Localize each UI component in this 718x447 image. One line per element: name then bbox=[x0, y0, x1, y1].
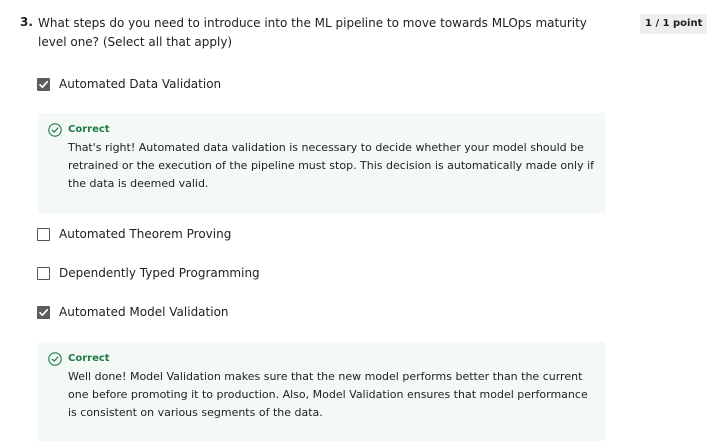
checkbox-checked[interactable] bbox=[37, 305, 50, 319]
checkbox-unchecked[interactable] bbox=[37, 266, 50, 280]
option-dependently-typed-programming[interactable]: Dependently Typed Programming bbox=[37, 265, 260, 281]
checkbox-checked[interactable] bbox=[37, 77, 50, 91]
quiz-question: 3. What steps do you need to introduce i… bbox=[0, 0, 718, 447]
points-badge: 1 / 1 point bbox=[640, 14, 708, 34]
feedback-box: Correct That's right! Automated data val… bbox=[38, 113, 605, 213]
option-automated-model-validation[interactable]: Automated Model Validation bbox=[37, 304, 229, 320]
question-number: 3. bbox=[20, 15, 33, 29]
option-label: Automated Data Validation bbox=[59, 77, 222, 91]
question-text: What steps do you need to introduce into… bbox=[38, 16, 587, 49]
feedback-text: Well done! Model Validation makes sure t… bbox=[68, 370, 588, 419]
option-label: Automated Theorem Proving bbox=[59, 227, 232, 241]
feedback-text: That's right! Automated data validation … bbox=[68, 141, 595, 190]
option-label: Dependently Typed Programming bbox=[59, 266, 260, 280]
check-circle-icon bbox=[48, 123, 62, 137]
check-circle-icon bbox=[48, 352, 62, 366]
option-automated-data-validation[interactable]: Automated Data Validation bbox=[37, 76, 221, 92]
option-label: Automated Model Validation bbox=[59, 305, 229, 319]
option-automated-theorem-proving[interactable]: Automated Theorem Proving bbox=[37, 226, 231, 242]
check-icon bbox=[39, 308, 49, 316]
checkbox-unchecked[interactable] bbox=[37, 227, 50, 241]
feedback-box: Correct Well done! Model Validation make… bbox=[38, 342, 605, 441]
feedback-status: Correct bbox=[68, 353, 110, 364]
check-icon bbox=[39, 80, 49, 88]
feedback-status: Correct bbox=[68, 124, 110, 135]
